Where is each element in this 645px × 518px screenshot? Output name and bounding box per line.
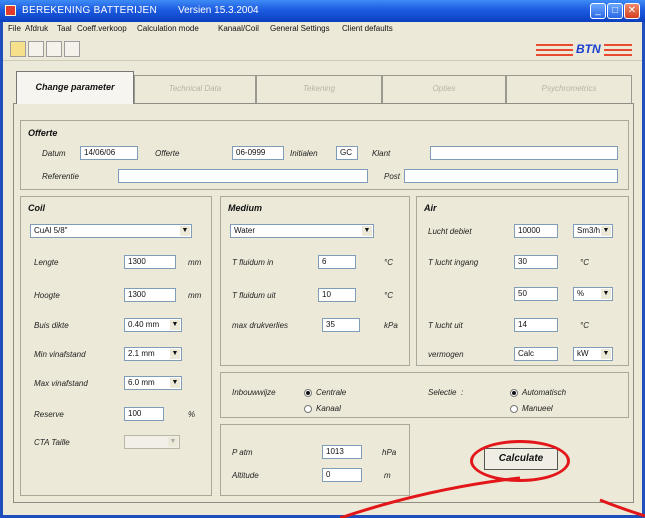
annotation-overlay xyxy=(339,476,645,518)
pointer-arrow xyxy=(599,498,645,518)
pointer-arrow xyxy=(339,476,521,518)
